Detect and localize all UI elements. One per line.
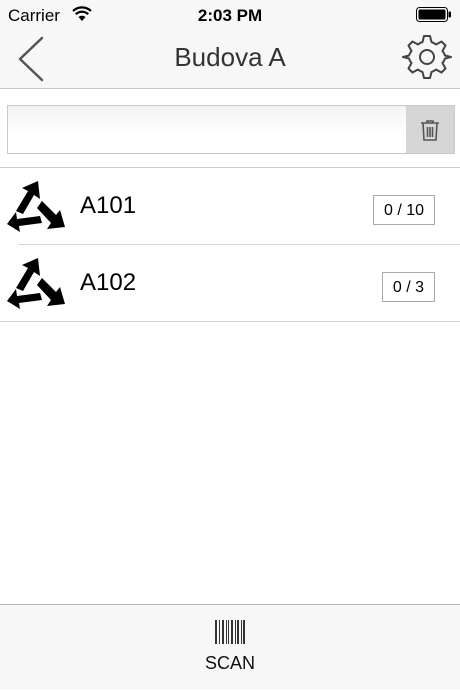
battery-icon [416, 7, 451, 22]
status-time: 2:03 PM [197, 6, 263, 25]
search-input[interactable] [8, 106, 406, 153]
list-item-a101[interactable]: A101 0 / 10 [0, 168, 460, 245]
scan-button[interactable]: SCAN [180, 605, 280, 691]
row-separator [0, 321, 460, 322]
search-area [0, 89, 460, 167]
barcode-icon [215, 620, 245, 644]
navigation-bar: Budova A [0, 30, 460, 89]
room-list: A101 0 / 10 A102 0 / 3 [0, 168, 460, 322]
room-name: A102 [80, 269, 137, 296]
status-bar: Carrier 2:03 PM [0, 0, 460, 30]
trash-icon [421, 119, 439, 141]
room-name: A101 [80, 192, 137, 219]
room-count-badge: 0 / 3 [381, 272, 435, 302]
settings-button[interactable] [402, 32, 452, 82]
bottom-toolbar: SCAN [0, 604, 460, 690]
clear-search-button[interactable] [406, 106, 454, 153]
room-count-badge: 0 / 10 [372, 195, 435, 225]
recycle-arrows-icon [7, 258, 65, 309]
list-item-a102[interactable]: A102 0 / 3 [0, 245, 460, 322]
recycle-arrows-icon [7, 181, 65, 232]
search-box [7, 105, 455, 154]
gear-icon [402, 35, 452, 79]
scan-label: SCAN [204, 653, 255, 673]
page-title: Budova A [174, 42, 286, 72]
